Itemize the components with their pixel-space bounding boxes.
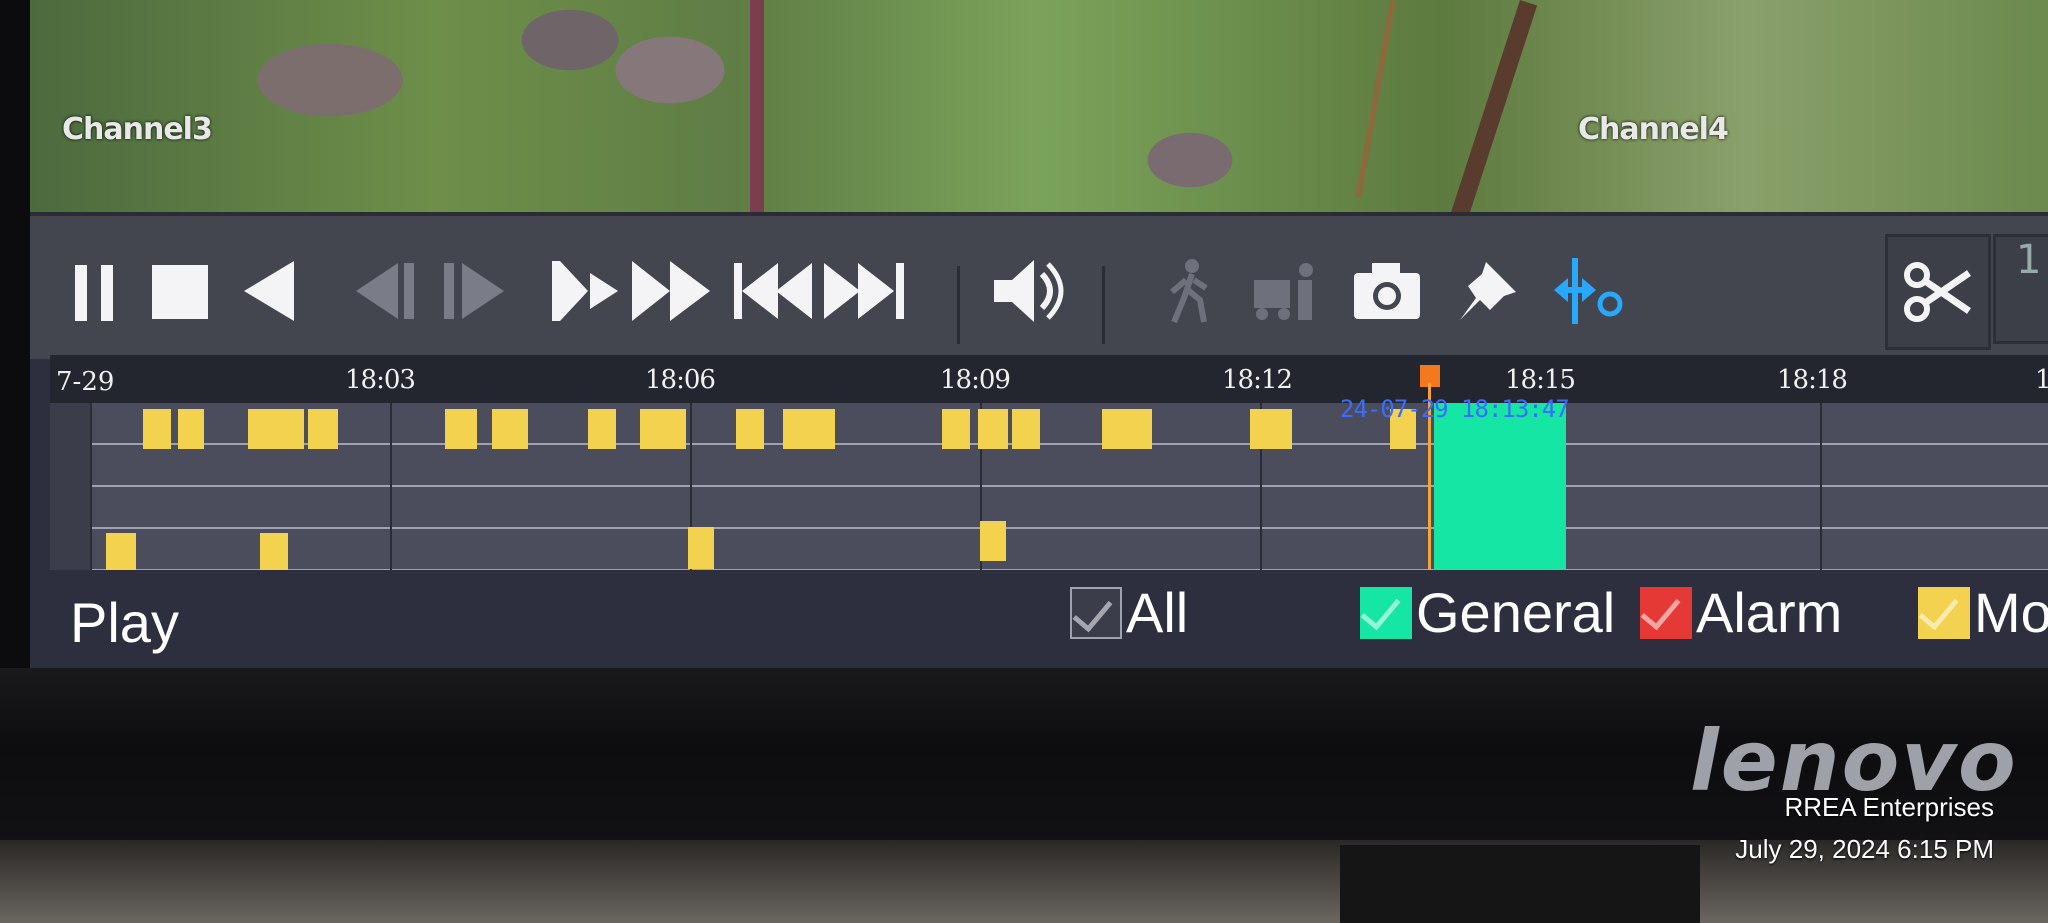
motion-record-segment[interactable] xyxy=(445,409,477,449)
fast-forward-icon[interactable] xyxy=(630,256,710,326)
filter-alarm[interactable]: Alarm xyxy=(1640,580,1842,645)
motion-record-segment[interactable] xyxy=(783,409,835,449)
tick-label: 18:03 xyxy=(345,365,416,395)
tick-label: 18:06 xyxy=(645,365,716,395)
mode-label: Play xyxy=(70,591,179,654)
scissors-icon[interactable] xyxy=(1885,234,1991,350)
timeline-gridline xyxy=(1820,403,1822,571)
playhead-timestamp: 24-07-29 18:13:47 xyxy=(1340,395,1570,423)
motion-record-segment[interactable] xyxy=(736,409,764,449)
skip-previous-icon[interactable] xyxy=(730,256,820,326)
slow-play-icon[interactable] xyxy=(548,256,628,326)
motion-record-segment[interactable] xyxy=(942,409,970,449)
timeline-track[interactable] xyxy=(90,403,2048,445)
motion-record-segment[interactable] xyxy=(106,533,136,571)
record-type-legend: Play All General Alarm Mot xyxy=(30,570,2048,668)
motion-record-segment[interactable] xyxy=(308,409,338,449)
motion-record-segment[interactable] xyxy=(1102,409,1152,449)
timeline-gridline xyxy=(390,403,392,571)
zoom-fit-icon[interactable] xyxy=(1550,256,1630,326)
video-twig xyxy=(1355,0,1396,199)
motion-record-segment[interactable] xyxy=(143,409,171,449)
photo-stamp-owner: RREA Enterprises xyxy=(1784,792,1994,822)
all-label: All xyxy=(1126,581,1189,644)
video-pole xyxy=(750,0,764,212)
channel-label-left: Channel3 xyxy=(62,112,213,147)
general-label: General xyxy=(1416,581,1616,644)
motion-record-segment[interactable] xyxy=(260,533,288,571)
tick-label: 18:09 xyxy=(940,365,1011,395)
pause-icon[interactable] xyxy=(70,256,120,326)
monitor-stand xyxy=(1340,845,1700,923)
frame-forward-icon[interactable] xyxy=(440,256,510,326)
playback-timeline[interactable]: 7-29 18:03 18:06 18:09 18:12 18:15 18:18… xyxy=(50,355,2048,573)
tick-label: 1 xyxy=(2035,365,2048,395)
motion-record-segment[interactable] xyxy=(1012,409,1040,449)
tick-label: 18:15 xyxy=(1505,365,1576,395)
filter-all[interactable]: All xyxy=(1070,580,1188,645)
nvr-screen: Channel3 Channel4 1 7-29 18:03 18:06 18:… xyxy=(30,0,2048,668)
vehicle-person-icon[interactable] xyxy=(1250,256,1320,326)
timeline-gridline xyxy=(90,403,92,571)
all-checkbox[interactable] xyxy=(1070,586,1122,639)
video-branch xyxy=(1448,0,1538,225)
timeline-track[interactable] xyxy=(90,487,2048,529)
motion-label: Mot xyxy=(1974,581,2048,644)
tick-label: 18:12 xyxy=(1222,365,1293,395)
frame-back-icon[interactable] xyxy=(350,256,420,326)
next-tool-button[interactable]: 1 xyxy=(1993,234,2048,344)
timeline-track[interactable] xyxy=(90,529,2048,571)
video-feed: Channel3 Channel4 xyxy=(30,0,2048,225)
tick-label: 18:18 xyxy=(1777,365,1848,395)
photo-stamp-datetime: July 29, 2024 6:15 PM xyxy=(1735,834,1994,864)
motion-record-segment[interactable] xyxy=(248,409,304,449)
motion-record-segment[interactable] xyxy=(1250,409,1292,449)
motion-record-segment[interactable] xyxy=(178,409,204,449)
skip-next-icon[interactable] xyxy=(820,256,910,326)
toolbar-separator xyxy=(1102,266,1105,344)
reverse-play-icon[interactable] xyxy=(240,256,300,326)
timeline-track[interactable] xyxy=(90,445,2048,487)
general-checkbox[interactable] xyxy=(1360,586,1412,639)
filter-motion[interactable]: Mot xyxy=(1918,580,2048,645)
time-ruler[interactable]: 7-29 18:03 18:06 18:09 18:12 18:15 18:18… xyxy=(50,355,2048,403)
general-record-segment[interactable] xyxy=(1434,403,1566,571)
alarm-label: Alarm xyxy=(1696,581,1843,644)
camera-icon[interactable] xyxy=(1350,256,1424,326)
channel-label-right: Channel4 xyxy=(1578,112,1729,147)
filter-general[interactable]: General xyxy=(1360,580,1615,645)
motion-record-segment[interactable] xyxy=(688,527,714,569)
person-icon[interactable] xyxy=(1160,256,1220,326)
motion-record-segment[interactable] xyxy=(980,521,1006,561)
motion-record-segment[interactable] xyxy=(640,409,686,449)
toolbar-separator xyxy=(957,266,960,344)
stop-icon[interactable] xyxy=(150,256,210,326)
volume-icon[interactable] xyxy=(990,256,1070,326)
motion-checkbox[interactable] xyxy=(1918,586,1970,639)
timeline-date: 7-29 xyxy=(56,367,115,397)
motion-record-segment[interactable] xyxy=(492,409,528,449)
pin-icon[interactable] xyxy=(1450,256,1524,326)
motion-record-segment[interactable] xyxy=(978,409,1008,449)
playback-toolbar: 1 xyxy=(30,212,2048,359)
motion-record-segment[interactable] xyxy=(588,409,616,449)
alarm-checkbox[interactable] xyxy=(1640,586,1692,639)
